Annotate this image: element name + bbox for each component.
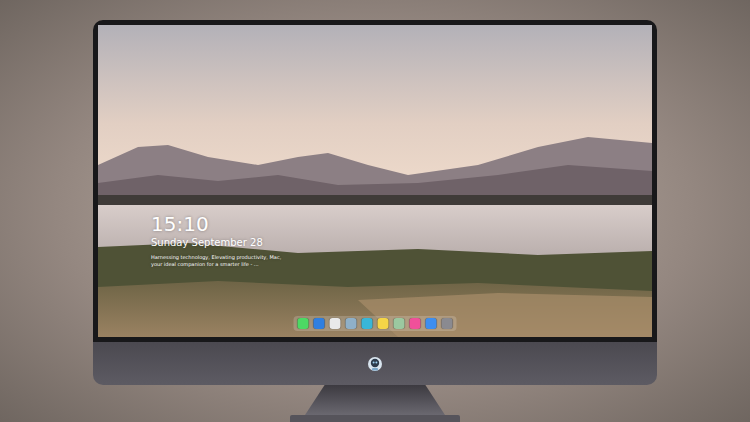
wallpaper-photo — [98, 25, 652, 337]
monitor-stand — [290, 385, 460, 422]
mockup-backdrop: 15:10Sunday September 28 Harnessing techn… — [0, 0, 750, 422]
app-icon[interactable] — [394, 318, 405, 329]
app-icon[interactable] — [378, 318, 389, 329]
app-icon[interactable] — [410, 318, 421, 329]
monitor: 15:10Sunday September 28 Harnessing techn… — [93, 20, 657, 422]
monitor-bezel: 15:10Sunday September 28 Harnessing techn… — [93, 20, 657, 342]
app-icon[interactable] — [442, 318, 453, 329]
app-icon[interactable] — [298, 318, 309, 329]
tagline-line: Harnessing technology, Elevating product… — [151, 254, 281, 261]
stand-neck — [305, 385, 445, 415]
app-icon[interactable] — [314, 318, 325, 329]
astronaut-logo-icon — [367, 356, 383, 372]
screen: 15:10Sunday September 28 Harnessing techn… — [98, 25, 652, 337]
tagline: Harnessing technology, Elevating product… — [151, 254, 281, 268]
monitor-chin — [93, 342, 657, 385]
clock: 15:10 — [151, 212, 281, 236]
app-icon[interactable] — [346, 318, 357, 329]
stand-base — [290, 415, 460, 422]
app-icon[interactable] — [362, 318, 373, 329]
app-icon[interactable] — [426, 318, 437, 329]
lock-screen-info: 15:10Sunday September 28 Harnessing techn… — [151, 212, 281, 268]
date: Sunday September 28 — [151, 236, 281, 250]
tagline-line: your ideal companion for a smarter life … — [151, 261, 281, 268]
app-icon[interactable] — [330, 318, 341, 329]
dock — [294, 316, 457, 331]
